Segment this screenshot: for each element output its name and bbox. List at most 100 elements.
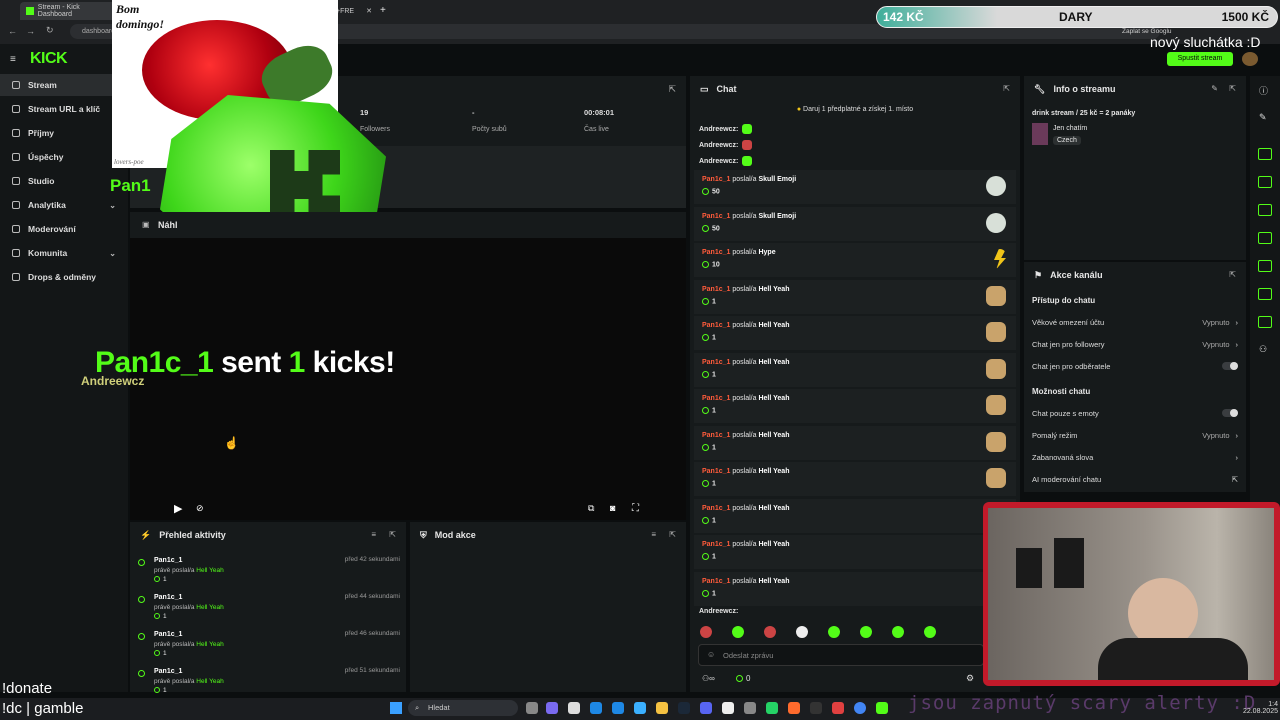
chat-username[interactable]: Pan1c_1 <box>702 176 730 183</box>
app-icon[interactable] <box>744 702 756 714</box>
emote-icon[interactable] <box>828 626 840 638</box>
kick-app-icon[interactable] <box>876 702 888 714</box>
folder-icon[interactable] <box>656 702 668 714</box>
back-icon[interactable]: ← <box>8 26 17 36</box>
channel-action-row[interactable]: Chat jen pro odběratele <box>1032 355 1238 377</box>
chat-username[interactable]: Pan1c_1 <box>702 578 730 585</box>
chevron-down-icon[interactable]: ⌄ <box>109 249 116 258</box>
popout-icon[interactable]: ⇱ <box>1229 270 1236 279</box>
new-tab-icon[interactable]: + <box>380 5 386 16</box>
mute-icon[interactable]: ⊘ <box>196 503 204 514</box>
reload-icon[interactable]: ↻ <box>46 25 54 36</box>
app-icon[interactable] <box>788 702 800 714</box>
menu-icon[interactable]: ≡ <box>10 54 16 65</box>
filter-icon[interactable]: ≡ <box>371 530 376 539</box>
toggle-switch[interactable] <box>1222 362 1238 370</box>
code-icon[interactable] <box>1258 260 1272 272</box>
list-icon[interactable] <box>1258 204 1272 216</box>
camera-icon[interactable]: ◙ <box>610 503 615 513</box>
kick-logo[interactable]: KICK <box>30 50 68 68</box>
sidebar-item-6[interactable]: Moderování <box>0 218 128 240</box>
channel-action-row[interactable]: Zabanovaná slova › <box>1032 446 1238 468</box>
lightning-icon[interactable] <box>1258 176 1272 188</box>
chat-username[interactable]: Pan1c_1 <box>702 286 730 293</box>
chat-input[interactable]: ☺ Odeslat zprávu <box>698 644 984 666</box>
sidebar-item-0[interactable]: Stream <box>0 74 128 96</box>
close-icon[interactable]: ✕ <box>366 7 372 15</box>
sidebar-item-5[interactable]: Analytika ⌄ <box>0 194 128 216</box>
windows-start-icon[interactable] <box>390 702 402 714</box>
people-icon[interactable]: ⚇ <box>1259 344 1267 355</box>
action-control[interactable] <box>1222 409 1238 417</box>
calendar-icon[interactable] <box>1258 288 1272 300</box>
app-icon[interactable] <box>810 702 822 714</box>
emote-icon[interactable] <box>860 626 872 638</box>
play-icon[interactable]: ▶ <box>174 502 182 515</box>
task-view-icon[interactable] <box>526 702 538 714</box>
steam-icon[interactable] <box>678 702 690 714</box>
external-link-icon[interactable]: ⇱ <box>1232 475 1238 484</box>
popout-icon[interactable]: ⇱ <box>1229 84 1236 93</box>
edge-icon[interactable] <box>634 702 646 714</box>
emote-icon[interactable] <box>892 626 904 638</box>
sidebar-item-3[interactable]: Úspěchy <box>0 146 128 168</box>
emote-icon[interactable] <box>924 626 936 638</box>
channel-action-row[interactable]: Věkové omezení účtu Vypnuto › <box>1032 311 1238 333</box>
chat-username[interactable]: Pan1c_1 <box>702 505 730 512</box>
edit-icon[interactable]: ✎ <box>1211 84 1218 93</box>
app-icon[interactable] <box>590 702 602 714</box>
chat-icon[interactable] <box>1258 232 1272 244</box>
chat-username[interactable]: Pan1c_1 <box>702 359 730 366</box>
chat-username[interactable]: Pan1c_1 <box>702 249 730 256</box>
taskbar-search[interactable]: ⌕ Hledat <box>408 700 518 716</box>
channel-action-row[interactable]: AI moderování chatu ⇱ <box>1032 468 1238 490</box>
emote-icon[interactable] <box>796 626 808 638</box>
fullscreen-icon[interactable]: ⛶ <box>632 503 639 514</box>
whatsapp-icon[interactable] <box>766 702 778 714</box>
infinity-icon[interactable]: ⚇∞ <box>702 674 715 683</box>
avatar[interactable] <box>1242 52 1258 66</box>
action-control[interactable]: Vypnuto › <box>1202 318 1238 327</box>
action-control[interactable]: ⇱ <box>1232 475 1238 484</box>
chat-username[interactable]: Pan1c_1 <box>702 213 730 220</box>
info-icon[interactable]: ⓘ <box>1259 84 1268 97</box>
forward-icon[interactable]: → <box>26 26 35 36</box>
filter-icon[interactable]: ≡ <box>651 530 656 539</box>
chevron-right-icon[interactable]: › <box>1236 340 1239 349</box>
panel-icon[interactable] <box>1258 148 1272 160</box>
channel-action-row[interactable]: Chat jen pro followery Vypnuto › <box>1032 333 1238 355</box>
emote-icon[interactable] <box>732 626 744 638</box>
sidebar-item-7[interactable]: Komunita ⌄ <box>0 242 128 264</box>
tab-kick-dashboard[interactable]: Stream - Kick Dashboard <box>20 2 120 20</box>
discord-icon[interactable] <box>700 702 712 714</box>
emote-icon[interactable] <box>764 626 776 638</box>
chat-username[interactable]: Pan1c_1 <box>702 322 730 329</box>
start-stream-button[interactable]: Spustit stream <box>1167 52 1233 66</box>
app-icon[interactable] <box>568 702 580 714</box>
channel-action-row[interactable]: Pomalý režim Vypnuto › <box>1032 424 1238 446</box>
channel-action-row[interactable]: Chat pouze s emoty <box>1032 402 1238 424</box>
chevron-right-icon[interactable]: › <box>1236 431 1239 440</box>
chevron-down-icon[interactable]: ⌄ <box>109 201 116 210</box>
app-icon[interactable] <box>612 702 624 714</box>
action-control[interactable]: › <box>1236 453 1239 462</box>
app-icon[interactable] <box>722 702 734 714</box>
toggle-switch[interactable] <box>1222 409 1238 417</box>
pip-icon[interactable]: ⧉ <box>588 503 594 514</box>
chrome-icon[interactable] <box>854 702 866 714</box>
popout-icon[interactable]: ⇱ <box>669 530 676 539</box>
popout-icon[interactable]: ⇱ <box>389 530 396 539</box>
sidebar-item-1[interactable]: Stream URL a klíč <box>0 98 128 120</box>
chat-username[interactable]: Pan1c_1 <box>702 468 730 475</box>
chat-username[interactable]: Pan1c_1 <box>702 541 730 548</box>
sidebar-item-8[interactable]: Drops & odměny <box>0 266 128 288</box>
chevron-right-icon[interactable]: › <box>1236 318 1239 327</box>
popout-icon[interactable]: ⇱ <box>668 84 676 95</box>
action-control[interactable]: Vypnuto › <box>1202 431 1238 440</box>
action-control[interactable] <box>1222 362 1238 370</box>
app-icon[interactable] <box>832 702 844 714</box>
app-icon[interactable] <box>546 702 558 714</box>
action-control[interactable]: Vypnuto › <box>1202 340 1238 349</box>
sidebar-item-2[interactable]: Příjmy <box>0 122 128 144</box>
popout-icon[interactable]: ⇱ <box>1003 84 1010 93</box>
